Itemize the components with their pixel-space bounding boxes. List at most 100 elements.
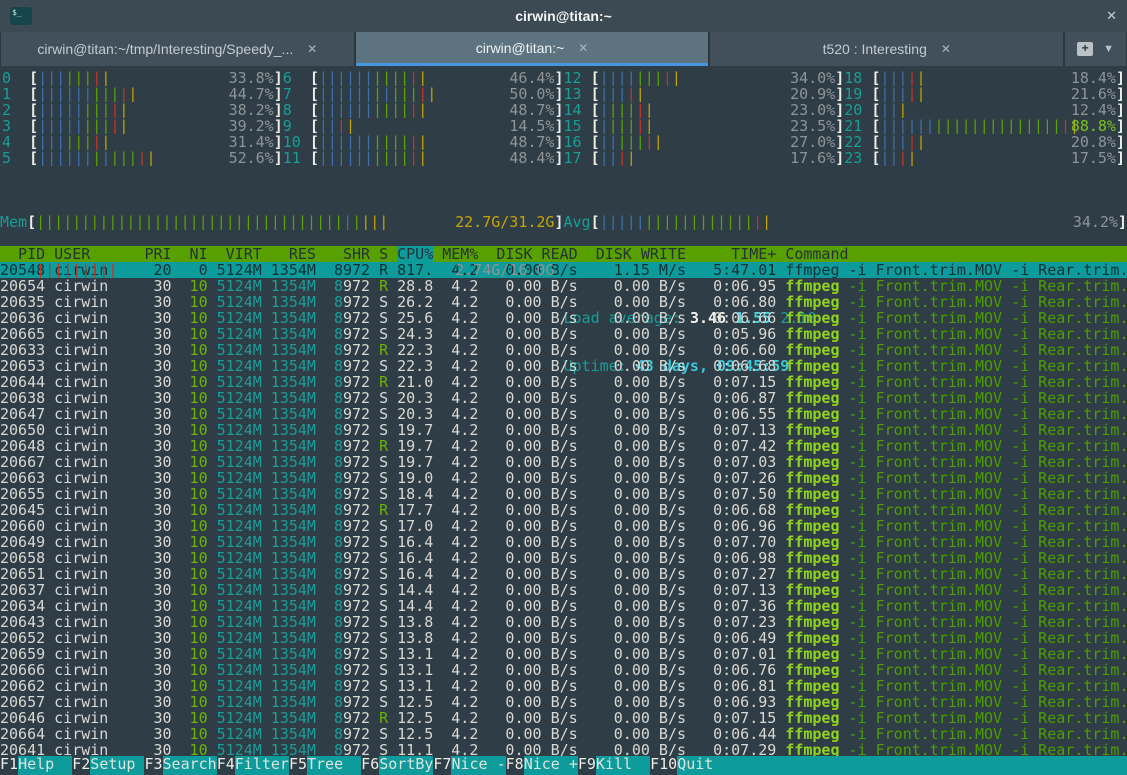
process-row[interactable]: 20664cirwin30105124M1354M8972S12.54.20.0…: [0, 726, 1127, 742]
fkey-label-help[interactable]: Help: [18, 756, 72, 775]
fkey-label-nice-[interactable]: Nice -: [451, 756, 505, 775]
process-rows: 20548cirwin2005124M1354M8972R817.4.20.00…: [0, 262, 1127, 756]
fkey-label-sortby[interactable]: SortBy: [379, 756, 433, 775]
process-row[interactable]: 20643cirwin30105124M1354M8972S13.84.20.0…: [0, 614, 1127, 630]
avg-label: Avg: [564, 214, 591, 230]
fkey-label-tree[interactable]: Tree: [307, 756, 361, 775]
fkey-f3[interactable]: F3: [144, 756, 162, 775]
process-row[interactable]: 20646cirwin30105124M1354M8972R12.54.20.0…: [0, 710, 1127, 726]
tab-speedy[interactable]: cirwin@titan:~/tmp/Interesting/Speedy_..…: [1, 32, 354, 66]
fkey-label-filter[interactable]: Filter: [235, 756, 289, 775]
process-table-header[interactable]: PIDUSERPRINIVIRTRESSHRSCPU%MEM%DISK READ…: [0, 246, 1127, 262]
cpu-meter-6: 6[||||||||||||46.4%]: [283, 70, 564, 86]
memory-meter: Mem [ ||||||||||||||||||||||||||||||||||…: [0, 214, 564, 230]
fkey-f1[interactable]: F1: [0, 756, 18, 775]
fkey-label-quit[interactable]: Quit: [677, 756, 731, 775]
cpu-meter-20: 20[|||12.4%]: [844, 102, 1125, 118]
col-time: TIME+: [695, 246, 776, 262]
col-pri: PRI: [144, 246, 171, 262]
process-row[interactable]: 20658cirwin30105124M1354M8972S16.44.20.0…: [0, 550, 1127, 566]
process-row[interactable]: 20654cirwin30105124M1354M8972R28.84.20.0…: [0, 278, 1127, 294]
fkey-bar-filler: [731, 756, 1127, 775]
fkey-label-nice-[interactable]: Nice +: [524, 756, 578, 775]
process-row[interactable]: 20644cirwin30105124M1354M8972R21.04.20.0…: [0, 374, 1127, 390]
fkey-f8[interactable]: F8: [506, 756, 524, 775]
process-row[interactable]: 20647cirwin30105124M1354M8972S20.34.20.0…: [0, 406, 1127, 422]
tab-home-active[interactable]: cirwin@titan:~ ✕: [356, 32, 709, 66]
process-row[interactable]: 20665cirwin30105124M1354M8972S24.34.20.0…: [0, 326, 1127, 342]
cpu-meter-8: 8[||||||||||||48.7%]: [283, 102, 564, 118]
tab-close-icon[interactable]: ✕: [941, 42, 951, 56]
fkey-label-setup[interactable]: Setup: [90, 756, 144, 775]
process-row[interactable]: 20651cirwin30105124M1354M8972S16.44.20.0…: [0, 566, 1127, 582]
fkey-f7[interactable]: F7: [433, 756, 451, 775]
fkey-f6[interactable]: F6: [361, 756, 379, 775]
process-row[interactable]: 20667cirwin30105124M1354M8972S19.74.20.0…: [0, 454, 1127, 470]
process-row[interactable]: 20650cirwin30105124M1354M8972S19.74.20.0…: [0, 422, 1127, 438]
fkey-f5[interactable]: F5: [289, 756, 307, 775]
col-s: S: [379, 246, 388, 262]
process-row[interactable]: 20636cirwin30105124M1354M8972S25.64.20.0…: [0, 310, 1127, 326]
process-row[interactable]: 20641cirwin30105124M1354M8972S11.14.20.0…: [0, 742, 1127, 756]
process-row[interactable]: 20660cirwin30105124M1354M8972S17.04.20.0…: [0, 518, 1127, 534]
process-row[interactable]: 20663cirwin30105124M1354M8972S19.04.20.0…: [0, 470, 1127, 486]
col-disk-read: DISK READ: [487, 246, 577, 262]
fkey-label-search[interactable]: Search: [163, 756, 217, 775]
col-virt: VIRT: [217, 246, 262, 262]
process-row[interactable]: 20653cirwin30105124M1354M8972S22.34.20.0…: [0, 358, 1127, 374]
fkey-f10[interactable]: F10: [650, 756, 677, 775]
process-row[interactable]: 20633cirwin30105124M1354M8972R22.34.20.0…: [0, 342, 1127, 358]
fkey-f2[interactable]: F2: [72, 756, 90, 775]
cpu-meter-21: 21[||||||||||||||||||||||88.8%]: [844, 118, 1125, 134]
cpu-meter-22: 22[|||||20.8%]: [844, 134, 1125, 150]
tab-label: t520 : Interesting: [823, 41, 927, 57]
process-row[interactable]: 20635cirwin30105124M1354M8972S26.24.20.0…: [0, 294, 1127, 310]
tab-menu-chevron-icon[interactable]: ▼: [1103, 43, 1114, 55]
tab-t520[interactable]: t520 : Interesting ✕: [710, 32, 1063, 66]
process-row[interactable]: 20637cirwin30105124M1354M8972S14.44.20.0…: [0, 582, 1127, 598]
terminal-window: $_ cirwin@titan:~ ✕ cirwin@titan:~/tmp/I…: [0, 0, 1127, 775]
cpu-meter-19: 19[|||||21.6%]: [844, 86, 1125, 102]
tab-label: cirwin@titan:~/tmp/Interesting/Speedy_..…: [37, 41, 293, 57]
avg-meter: Avg [ |||||||||||||||||||34.2% ]: [564, 214, 1127, 230]
terminal-app-icon: $_: [10, 7, 32, 25]
tab-close-icon[interactable]: ✕: [578, 41, 588, 55]
cpu-meter-12: 12[|||||||||34.0%]: [564, 70, 845, 86]
fkey-label-kill[interactable]: Kill: [596, 756, 650, 775]
cpu-meter-2: 2[||||||||||38.2%]: [2, 102, 283, 118]
process-row[interactable]: 20652cirwin30105124M1354M8972S13.84.20.0…: [0, 630, 1127, 646]
window-close-icon[interactable]: ✕: [1095, 8, 1117, 24]
col-command: Command: [785, 246, 1127, 262]
cpu-meter-1: 1[|||||||||||44.7%]: [2, 86, 283, 102]
process-row[interactable]: 20634cirwin30105124M1354M8972S14.44.20.0…: [0, 598, 1127, 614]
process-row[interactable]: 20649cirwin30105124M1354M8972S16.44.20.0…: [0, 534, 1127, 550]
add-tab-icon[interactable]: +: [1077, 42, 1093, 56]
cpu-meter-4: 4[||||||||31.4%]: [2, 134, 283, 150]
process-row[interactable]: 20645cirwin30105124M1354M8972R17.74.20.0…: [0, 502, 1127, 518]
fkey-f4[interactable]: F4: [217, 756, 235, 775]
col-pid: PID: [0, 246, 45, 262]
process-row[interactable]: 20648cirwin30105124M1354M8972R19.74.20.0…: [0, 438, 1127, 454]
process-row[interactable]: 20662cirwin30105124M1354M8972S13.14.20.0…: [0, 678, 1127, 694]
col-disk-write: DISK WRITE: [587, 246, 686, 262]
process-row[interactable]: 20638cirwin30105124M1354M8972S20.34.20.0…: [0, 390, 1127, 406]
process-row[interactable]: 20657cirwin30105124M1354M8972S12.54.20.0…: [0, 694, 1127, 710]
col-shr: SHR: [325, 246, 370, 262]
process-row[interactable]: 20659cirwin30105124M1354M8972S13.14.20.0…: [0, 646, 1127, 662]
tab-close-icon[interactable]: ✕: [307, 42, 317, 56]
mem-usage-text: 22.7G/31.2G: [455, 214, 554, 230]
cpu-meters: 0[||||||||33.8%]1[|||||||||||44.7%]2[|||…: [0, 70, 1127, 166]
fkey-f9[interactable]: F9: [578, 756, 596, 775]
process-row[interactable]: 20666cirwin30105124M1354M8972S13.14.20.0…: [0, 662, 1127, 678]
col-mem: MEM%: [442, 246, 478, 262]
cpu-meter-3: 3[||||||||||39.2%]: [2, 118, 283, 134]
process-row[interactable]: 20655cirwin30105124M1354M8972S18.44.20.0…: [0, 486, 1127, 502]
tab-tools: + ▼: [1065, 32, 1126, 66]
cpu-meter-14: 14[||||||23.0%]: [564, 102, 845, 118]
avg-usage-text: 34.2%: [1073, 214, 1118, 230]
swap-usage-text: 2.74G/16.0G: [455, 262, 554, 278]
cpu-meter-23: 23[||||17.5%]: [844, 150, 1125, 166]
cpu-meter-13: 13[|||||20.9%]: [564, 86, 845, 102]
cpu-meter-5: 5[|||||||||||||52.6%]: [2, 150, 283, 166]
swap-meter: Swp [ |||||||||2.74G/16.0G ]: [0, 262, 564, 278]
